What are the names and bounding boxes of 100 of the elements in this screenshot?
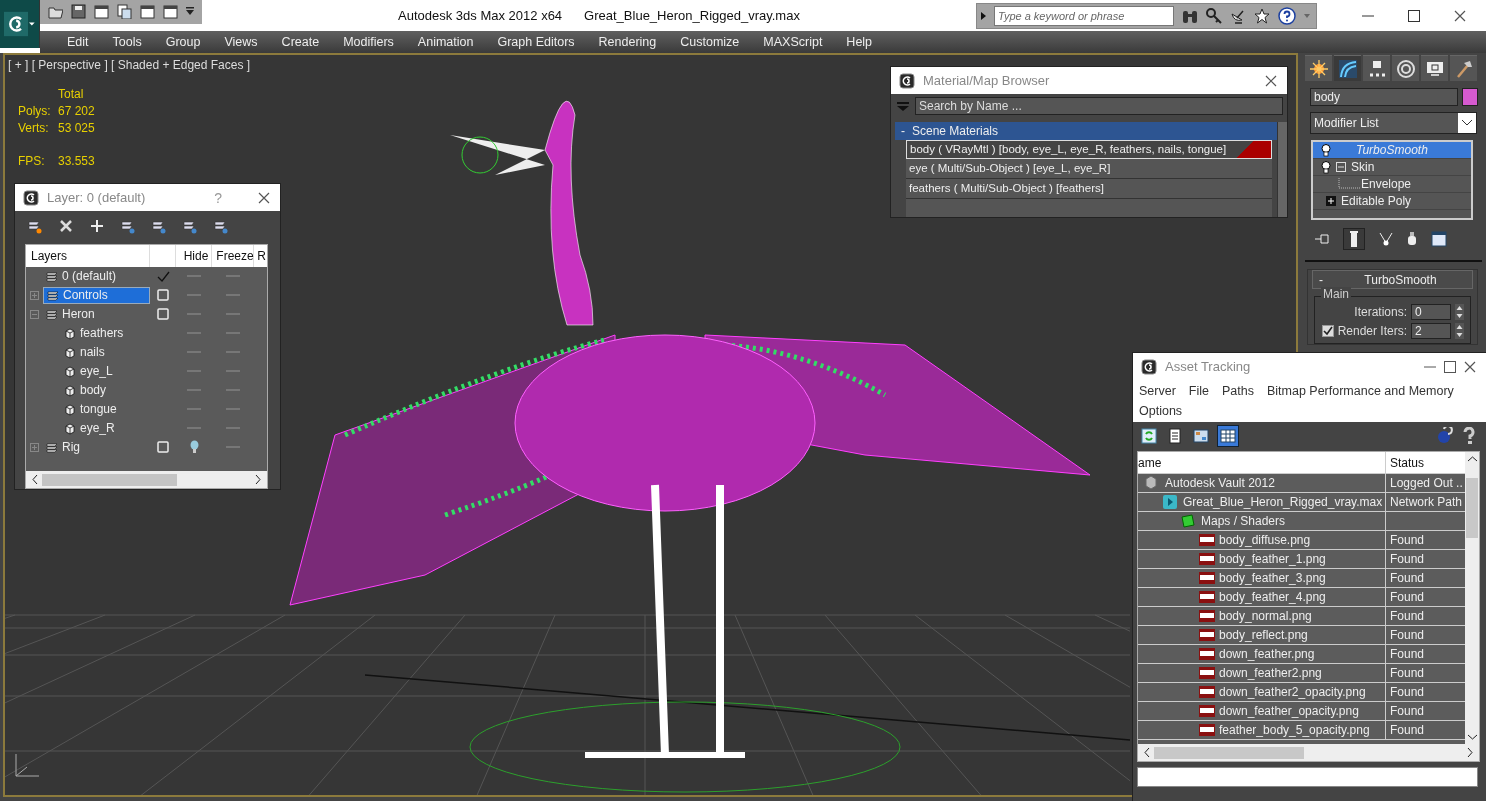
modifier-stack[interactable]: TurboSmooth Skin Envelope Editable Poly (1311, 140, 1473, 220)
scrollbar-thumb[interactable] (42, 473, 177, 486)
help-icon[interactable] (1278, 6, 1296, 25)
column-header[interactable]: Freeze (212, 244, 254, 267)
window-icon[interactable] (163, 3, 178, 19)
command-panel-tab[interactable] (1392, 55, 1419, 81)
layer-item[interactable]: Rig (43, 438, 150, 456)
menu-item[interactable]: File (1188, 384, 1222, 398)
group-header[interactable]: - Scene Materials (895, 122, 1277, 140)
viewport-label[interactable]: [ + ] [ Perspective ] [ Shaded + Edged Faces ] (8, 58, 251, 72)
close-icon[interactable] (1454, 9, 1466, 22)
modifier-item[interactable]: Editable Poly (1313, 193, 1471, 210)
number-field[interactable]: 2 (1411, 323, 1451, 339)
layer-item[interactable]: Heron (43, 305, 150, 323)
modifier-item[interactable]: TurboSmooth (1313, 142, 1471, 159)
menu-item[interactable]: Paths (1222, 384, 1267, 398)
close-icon[interactable] (258, 191, 270, 204)
column-header[interactable]: Hide (176, 244, 212, 267)
help-icon[interactable] (1436, 426, 1454, 445)
key-icon[interactable] (1206, 7, 1222, 24)
menu-item[interactable]: Server (1139, 384, 1189, 398)
column-header[interactable]: Layers (26, 244, 150, 267)
scroll-right-icon[interactable] (255, 475, 261, 484)
lightbulb-icon[interactable] (1321, 143, 1331, 157)
command-panel-tab[interactable] (1421, 55, 1448, 81)
vertical-scrollbar[interactable] (1277, 122, 1287, 217)
save-icon[interactable] (71, 3, 86, 19)
rollout-header[interactable]: - TurboSmooth (1312, 270, 1473, 289)
unique-icon[interactable] (1379, 232, 1393, 246)
command-panel-tab[interactable] (1450, 55, 1477, 81)
object-item[interactable]: nails (61, 343, 150, 361)
object-item[interactable]: eye_L (61, 362, 150, 380)
toolbar-button[interactable] (1139, 425, 1159, 446)
remove-modifier-icon[interactable] (1407, 232, 1417, 246)
asset-list[interactable] (1137, 451, 1480, 762)
menu-item[interactable]: Rendering (585, 35, 668, 49)
collapse-toggle-icon[interactable] (30, 309, 39, 319)
menu-item[interactable]: Modifiers (330, 35, 405, 49)
checkbox-icon[interactable] (157, 308, 169, 321)
scroll-up-icon[interactable] (1467, 456, 1477, 462)
menu-item[interactable]: Options (1139, 404, 1196, 418)
star-icon[interactable] (1254, 7, 1270, 24)
menu-item[interactable]: Tools (99, 35, 153, 49)
modifier-list-dropdown[interactable]: Modifier List (1310, 112, 1477, 134)
material-item[interactable]: eye ( Multi/Sub-Object ) [eye_L, eye_R] (906, 159, 1272, 179)
menu-item[interactable]: Views (211, 35, 269, 49)
expand-arrow-icon[interactable] (981, 11, 986, 20)
maximize-icon[interactable] (1408, 9, 1420, 22)
maximize-icon[interactable] (1444, 360, 1456, 373)
column-header[interactable]: R (254, 244, 267, 267)
object-color-swatch[interactable] (1462, 88, 1478, 106)
scroll-left-icon[interactable] (32, 475, 38, 484)
menu-item[interactable]: Edit (54, 35, 100, 49)
expand-toggle-icon[interactable] (30, 442, 39, 452)
configure-sets-icon[interactable] (1431, 231, 1447, 247)
material-item[interactable]: body ( VRayMtl ) [body, eye_L, eye_R, feathers, nails, tongue] (906, 140, 1272, 159)
menu-item[interactable]: Group (152, 35, 212, 49)
show-end-result-button[interactable] (1343, 228, 1365, 250)
object-item[interactable]: eye_R (61, 419, 150, 437)
window-icon[interactable] (140, 3, 155, 19)
pin-icon[interactable] (1315, 234, 1329, 244)
object-item[interactable]: feathers (61, 324, 150, 342)
rollout-toggle[interactable]: - (1313, 272, 1329, 287)
search-field[interactable]: Type a keyword or phrase (994, 5, 1174, 26)
close-icon[interactable] (1464, 360, 1476, 373)
window-icon[interactable] (94, 3, 109, 19)
scroll-left-icon[interactable] (1144, 748, 1150, 757)
object-item[interactable]: tongue (61, 400, 150, 418)
object-name-field[interactable]: body (1310, 88, 1458, 106)
modifier-item[interactable]: Skin (1313, 159, 1471, 176)
lightbulb-icon[interactable] (1321, 160, 1331, 174)
scrollbar-thumb[interactable] (1154, 746, 1304, 759)
command-panel-tab[interactable] (1305, 55, 1332, 81)
search-field[interactable]: Search by Name ... (915, 97, 1283, 115)
spinner-arrows-icon[interactable] (1455, 304, 1464, 320)
application-menu-button[interactable] (0, 0, 40, 48)
vertical-scrollbar[interactable] (1465, 452, 1479, 744)
column-header[interactable]: ame (1138, 452, 1386, 473)
menu-item[interactable]: Help (833, 35, 884, 49)
column-header[interactable]: Status (1386, 452, 1465, 473)
checkbox-icon[interactable] (157, 441, 169, 454)
scroll-down-icon[interactable] (1467, 734, 1477, 740)
scroll-right-icon[interactable] (1467, 748, 1473, 757)
number-field[interactable]: 0 (1411, 304, 1451, 320)
dropdown-arrow-icon[interactable] (186, 7, 194, 15)
material-item[interactable]: feathers ( Multi/Sub-Object ) [feathers] (906, 179, 1272, 199)
menu-item[interactable]: Bitmap Performance and Memory (1266, 384, 1467, 398)
menu-item[interactable]: Create (268, 35, 331, 49)
scrollbar-thumb[interactable] (1466, 478, 1478, 538)
object-item[interactable]: body (61, 381, 150, 399)
plus-icon[interactable] (89, 217, 105, 234)
close-icon[interactable] (1265, 74, 1277, 87)
layer-item[interactable]: 0 (default) (43, 267, 150, 285)
horizontal-scrollbar[interactable] (26, 471, 267, 488)
layer-list[interactable]: Layers Hide Freeze R 0 (default) Controls Heron feathers nails eye_L body tongue eye_R Rig (25, 243, 268, 489)
checkmark-icon[interactable] (156, 270, 170, 282)
spinner-arrows-icon[interactable] (1455, 323, 1464, 339)
layer-item[interactable]: Controls (43, 286, 150, 304)
checkbox-checked-icon[interactable] (1321, 325, 1334, 337)
toolbar-button[interactable] (1217, 424, 1239, 447)
